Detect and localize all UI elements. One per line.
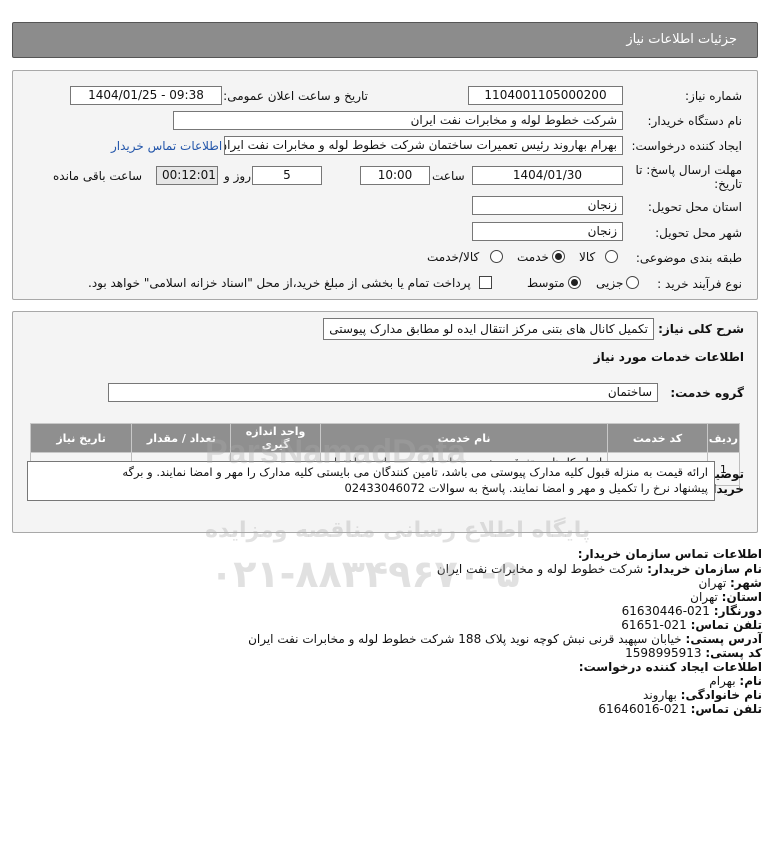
deadline-label: مهلت ارسال پاسخ: تا	[635, 163, 742, 177]
creator-last-name-label: نام خانوادگی:	[680, 688, 762, 702]
buyer-org-label: نام دستگاه خریدار:	[647, 114, 743, 128]
creator-phone-line: تلفن تماس: 021-61646016	[598, 702, 762, 716]
need-description-label: شرح کلی نیاز:	[658, 322, 744, 336]
category-option-goods-service: کالا/خدمت	[427, 250, 480, 264]
delivery-city-field: زنجان	[472, 222, 623, 241]
org-city-label: شهر:	[730, 576, 762, 590]
creator-label: ایجاد کننده درخواست:	[631, 139, 742, 153]
creator-last-name-value: بهاروند	[643, 688, 677, 702]
creator-first-name-line: نام: بهرام	[709, 674, 762, 688]
page-title: جزئیات اطلاعات نیاز	[626, 32, 737, 47]
delivery-city-label: شهر محل تحویل:	[655, 226, 742, 240]
header-quantity: تعداد / مقدار	[131, 423, 232, 453]
creator-contact-heading: اطلاعات ایجاد کننده درخواست:	[578, 660, 762, 674]
process-option-minor: جزیی	[596, 276, 624, 290]
header-service-code: کد خدمت	[607, 423, 708, 453]
org-fax-line: دورنگار: 021-61630446	[622, 604, 762, 618]
services-heading: اطلاعات خدمات مورد نیاز	[593, 350, 744, 364]
org-phone-line: تلفن تماس: 021-61651	[621, 618, 762, 632]
delivery-province-label: استان محل تحویل:	[647, 200, 742, 214]
treasury-bonds-checkbox[interactable]	[479, 276, 492, 289]
process-radio-medium[interactable]	[568, 276, 581, 289]
category-option-service: خدمت	[517, 250, 549, 264]
deadline-label-date: تاریخ:	[714, 177, 742, 191]
buyer-contact-link[interactable]: اطلاعات تماس خریدار	[111, 139, 222, 153]
org-contact-heading: اطلاعات تماس سازمان خریدار:	[577, 547, 762, 561]
deadline-time-label: ساعت	[432, 169, 465, 183]
org-fax-value: 021-61630446	[621, 604, 710, 618]
org-city-line: شهر: تهران	[699, 576, 762, 590]
header-row-number: ردیف	[706, 423, 741, 453]
buyer-notes-line-2: پیشنهاد نرخ را تکمیل و مهر و امضا نمایند…	[344, 481, 708, 495]
purchase-process-label: نوع فرآیند خرید :	[657, 277, 742, 291]
buyer-org-field: شرکت خطوط لوله و مخابرات نفت ایران	[173, 111, 623, 130]
days-remaining-field: 5	[252, 166, 322, 185]
category-radio-goods-service[interactable]	[490, 250, 503, 263]
service-group-label: گروه خدمت:	[670, 386, 744, 400]
table-header-row: تاریخ نیاز تعداد / مقدار واحد اندازه گیر…	[29, 423, 741, 453]
process-option-medium: متوسط	[527, 276, 565, 290]
org-name-value: شرکت خطوط لوله و مخابرات نفت ایران	[436, 562, 644, 576]
deadline-time-field: 10:00	[360, 166, 430, 185]
header-date: تاریخ نیاز	[29, 423, 133, 453]
creator-first-name-value: بهرام	[709, 674, 736, 688]
org-province-label: استان:	[721, 590, 762, 604]
header-service-name: نام خدمت	[319, 423, 609, 453]
org-address-value: خیابان سپهبد قرنی نبش کوچه نوید پلاک 188…	[248, 632, 682, 646]
announce-date-label: تاریخ و ساعت اعلان عمومی:	[223, 89, 368, 103]
creator-first-name-label: نام:	[739, 674, 762, 688]
category-label: طبقه بندی موضوعی:	[635, 251, 742, 265]
need-number-label: شماره نیاز:	[685, 89, 742, 103]
org-phone-value: 021-61651	[621, 618, 687, 632]
org-city-value: تهران	[698, 576, 727, 590]
org-address-label: آدرس پستی:	[685, 632, 762, 646]
delivery-province-field: زنجان	[472, 196, 623, 215]
org-province-value: تهران	[690, 590, 718, 604]
need-description-field: تکمیل کانال های بتنی مرکز انتقال ایده لو…	[323, 318, 654, 340]
org-fax-label: دورنگار:	[713, 604, 762, 618]
org-postal-label: کد پستی:	[705, 646, 762, 660]
need-number-field: 1104001105000200	[468, 86, 623, 105]
buyer-notes-box: ارائه قیمت به منزله قبول کلیه مدارک پیوس…	[27, 461, 715, 501]
deadline-date-field: 1404/01/30	[472, 166, 623, 185]
org-postal-line: کد پستی: 1598995913	[625, 646, 762, 660]
category-radio-goods[interactable]	[605, 250, 618, 263]
org-address-line: آدرس پستی: خیابان سپهبد قرنی نبش کوچه نو…	[248, 632, 762, 646]
creator-phone-label: تلفن تماس:	[690, 702, 762, 716]
category-radio-service[interactable]	[552, 250, 565, 263]
org-name-label: نام سازمان خریدار:	[647, 562, 762, 576]
creator-field: بهرام بهاروند رئیس تعمیرات ساختمان شرکت …	[224, 136, 623, 155]
org-province-line: استان: تهران	[690, 590, 762, 604]
remaining-time-field: 00:12:01	[156, 166, 218, 185]
buyer-notes-line-1: ارائه قیمت به منزله قبول کلیه مدارک پیوس…	[122, 465, 708, 479]
org-name-line: نام سازمان خریدار: شرکت خطوط لوله و مخاب…	[437, 562, 762, 576]
creator-phone-value: 021-61646016	[598, 702, 687, 716]
days-label: روز و	[224, 169, 251, 183]
creator-last-name-line: نام خانوادگی: بهاروند	[643, 688, 762, 702]
header-unit: واحد اندازه گیری	[230, 423, 321, 453]
treasury-bonds-note: پرداخت تمام یا بخشی از مبلغ خرید،از محل …	[88, 276, 471, 290]
page-header: جزئیات اطلاعات نیاز	[12, 22, 758, 58]
service-group-field: ساختمان	[108, 383, 658, 402]
process-radio-minor[interactable]	[626, 276, 639, 289]
org-phone-label: تلفن تماس:	[690, 618, 762, 632]
announce-date-field: 1404/01/25 - 09:38	[70, 86, 222, 105]
category-option-goods: کالا	[579, 250, 596, 264]
remaining-time-label: ساعت باقی مانده	[53, 169, 143, 183]
org-postal-value: 1598995913	[625, 646, 702, 660]
